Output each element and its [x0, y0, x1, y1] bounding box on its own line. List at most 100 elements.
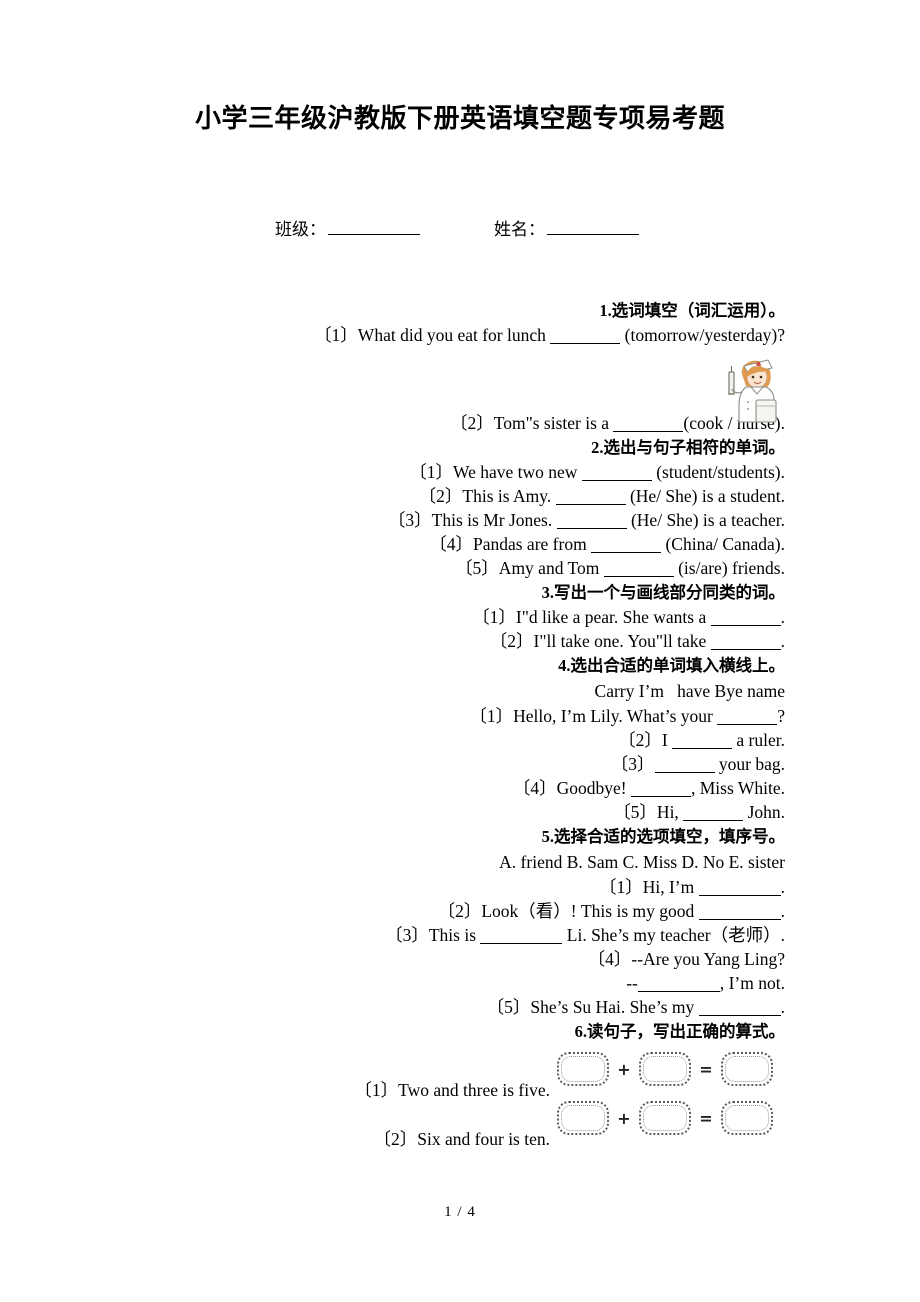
equation-box[interactable] [639, 1101, 691, 1135]
item-text: 〔1〕Hello, I’m Lily. What’s your [469, 706, 713, 726]
item-text: (is/are) friends. [678, 558, 785, 578]
answer-blank[interactable] [683, 805, 744, 822]
item-text: 〔2〕This is Amy. [418, 486, 552, 506]
equals-sign: = [699, 1059, 713, 1079]
name-label: 姓名： [494, 220, 545, 240]
section-1-item-1: 〔1〕What did you eat for lunch (tomorrow/… [130, 323, 785, 347]
item-text: 〔5〕Hi, [613, 802, 679, 822]
name-field: 姓名： [494, 215, 639, 240]
answer-blank[interactable] [672, 733, 733, 750]
answer-blank[interactable] [603, 561, 674, 578]
section-5-item-4: 〔4〕--Are you Yang Ling? [130, 947, 785, 971]
item-text: 〔1〕I"d like a pear. She wants a [472, 607, 707, 627]
section-3-item-2: 〔2〕I"ll take one. You"ll take . [130, 629, 785, 653]
section-3-title: 写出一个与画线部分同类的词。 [554, 583, 785, 602]
item-text: 〔4〕Goodbye! [512, 778, 627, 798]
section-5-number: 5. [541, 827, 554, 846]
section-6-equation-row-2: + = [557, 1101, 773, 1135]
equation-box[interactable] [557, 1052, 609, 1086]
class-blank-line[interactable] [328, 218, 420, 235]
item-text: . [780, 997, 785, 1017]
equation-box[interactable] [639, 1052, 691, 1086]
item-text: 〔3〕 [610, 754, 655, 774]
section-3-item-1: 〔1〕I"d like a pear. She wants a . [130, 605, 785, 629]
section-5-options: A. friend B. Sam C. Miss D. No E. sister [499, 852, 785, 872]
section-4-title: 选出合适的单词填入横线上。 [570, 656, 786, 675]
answer-blank[interactable] [631, 781, 691, 798]
item-text: 〔1〕What did you eat for lunch [314, 325, 546, 345]
equals-sign: = [699, 1108, 713, 1128]
page-title: 小学三年级沪教版下册英语填空题专项易考题 [194, 104, 725, 134]
answer-blank[interactable] [698, 1000, 781, 1017]
item-text: 〔2〕Look（看）! This is my good [437, 901, 695, 921]
equation-box[interactable] [557, 1101, 609, 1135]
answer-blank[interactable] [555, 489, 626, 506]
name-blank-line[interactable] [547, 218, 639, 235]
section-6-equation-row-1: + = [557, 1052, 773, 1086]
section-4-item-1: 〔1〕Hello, I’m Lily. What’s your ? [130, 704, 785, 728]
section-5-item-4-answer: -- , I’m not. [130, 971, 785, 995]
equation-box[interactable] [721, 1052, 773, 1086]
item-text: 〔2〕Tom"s sister is a [450, 413, 610, 433]
answer-blank[interactable] [654, 757, 715, 774]
item-text: 〔5〕She’s Su Hai. She’s my [486, 997, 695, 1017]
section-1-item-2: 〔2〕Tom"s sister is a (cook / nurse). [130, 411, 785, 435]
section-5-item-2: 〔2〕Look（看）! This is my good . [130, 899, 785, 923]
item-text: (He/ She) is a teacher. [630, 510, 785, 530]
item-text: 〔2〕I [618, 730, 668, 750]
answer-blank[interactable] [710, 634, 781, 651]
section-5-title: 选择合适的选项填空，填序号。 [554, 827, 785, 846]
document-page: 小学三年级沪教版下册英语填空题专项易考题 班级： 姓名： 1.选词填空（词汇运用… [0, 0, 920, 1302]
answer-blank[interactable] [710, 610, 781, 627]
answer-blank[interactable] [637, 976, 720, 993]
answer-blank[interactable] [550, 328, 621, 345]
section-2-heading: 2.选出与句子相符的单词。 [130, 435, 785, 460]
item-text: 〔3〕This is [385, 925, 477, 945]
plus-sign: + [617, 1059, 631, 1079]
answer-blank[interactable] [556, 513, 627, 530]
item-text: a ruler. [736, 730, 785, 750]
class-label: 班级： [275, 220, 326, 240]
section-1-heading: 1.选词填空（词汇运用）。 [130, 298, 785, 323]
section-3-heading: 3.写出一个与画线部分同类的词。 [130, 580, 785, 605]
item-text: , Miss White. [691, 778, 785, 798]
section-6-item-2: 〔2〕Six and four is ten. [373, 1129, 550, 1149]
section-6-item-1: 〔1〕Two and three is five. [354, 1080, 550, 1100]
answer-blank[interactable] [581, 465, 652, 482]
item-text: (student/students). [656, 462, 785, 482]
section-2-item-1: 〔1〕We have two new (student/students). [130, 460, 785, 484]
section-4-number: 4. [558, 656, 571, 675]
answer-blank[interactable] [613, 416, 684, 433]
item-text: (He/ She) is a student. [629, 486, 785, 506]
item-text: . [780, 631, 785, 651]
exercise-content: 1.选词填空（词汇运用）。 〔1〕What did you eat for lu… [130, 298, 785, 1044]
item-text: . [780, 877, 785, 897]
section-2-item-5: 〔5〕Amy and Tom (is/are) friends. [130, 556, 785, 580]
section-1-title: 选词填空（词汇运用）。 [611, 301, 785, 320]
section-4-item-2: 〔2〕I a ruler. [130, 728, 785, 752]
item-text: 〔1〕Hi, I’m [598, 877, 695, 897]
section-1-spacer [130, 347, 785, 411]
section-6-title: 读句子，写出正确的算式。 [587, 1022, 785, 1041]
section-3-number: 3. [541, 583, 554, 602]
section-5-item-3: 〔3〕This is Li. She’s my teacher（老师）. [130, 923, 785, 947]
section-5-item-1: 〔1〕Hi, I’m . [130, 875, 785, 899]
section-5-item-5: 〔5〕She’s Su Hai. She’s my . [130, 995, 785, 1019]
answer-blank[interactable] [717, 709, 778, 726]
item-text: Li. She’s my teacher（老师）. [566, 925, 785, 945]
item-text: 〔4〕--Are you Yang Ling? [587, 949, 785, 969]
answer-blank[interactable] [480, 928, 563, 945]
answer-blank[interactable] [698, 904, 781, 921]
section-4-item-3: 〔3〕 your bag. [130, 752, 785, 776]
student-info-row: 班级： 姓名： [275, 215, 775, 240]
section-6-heading: 6.读句子，写出正确的算式。 [130, 1019, 785, 1044]
answer-blank[interactable] [698, 880, 781, 897]
item-text: ? [777, 706, 785, 726]
section-6-number: 6. [574, 1022, 587, 1041]
answer-blank[interactable] [591, 537, 662, 554]
class-field: 班级： [275, 215, 420, 240]
equation-box[interactable] [721, 1101, 773, 1135]
plus-sign: + [617, 1108, 631, 1128]
section-4-word-bank: Carry I’m have Bye name [594, 681, 785, 701]
section-2-number: 2. [591, 438, 604, 457]
